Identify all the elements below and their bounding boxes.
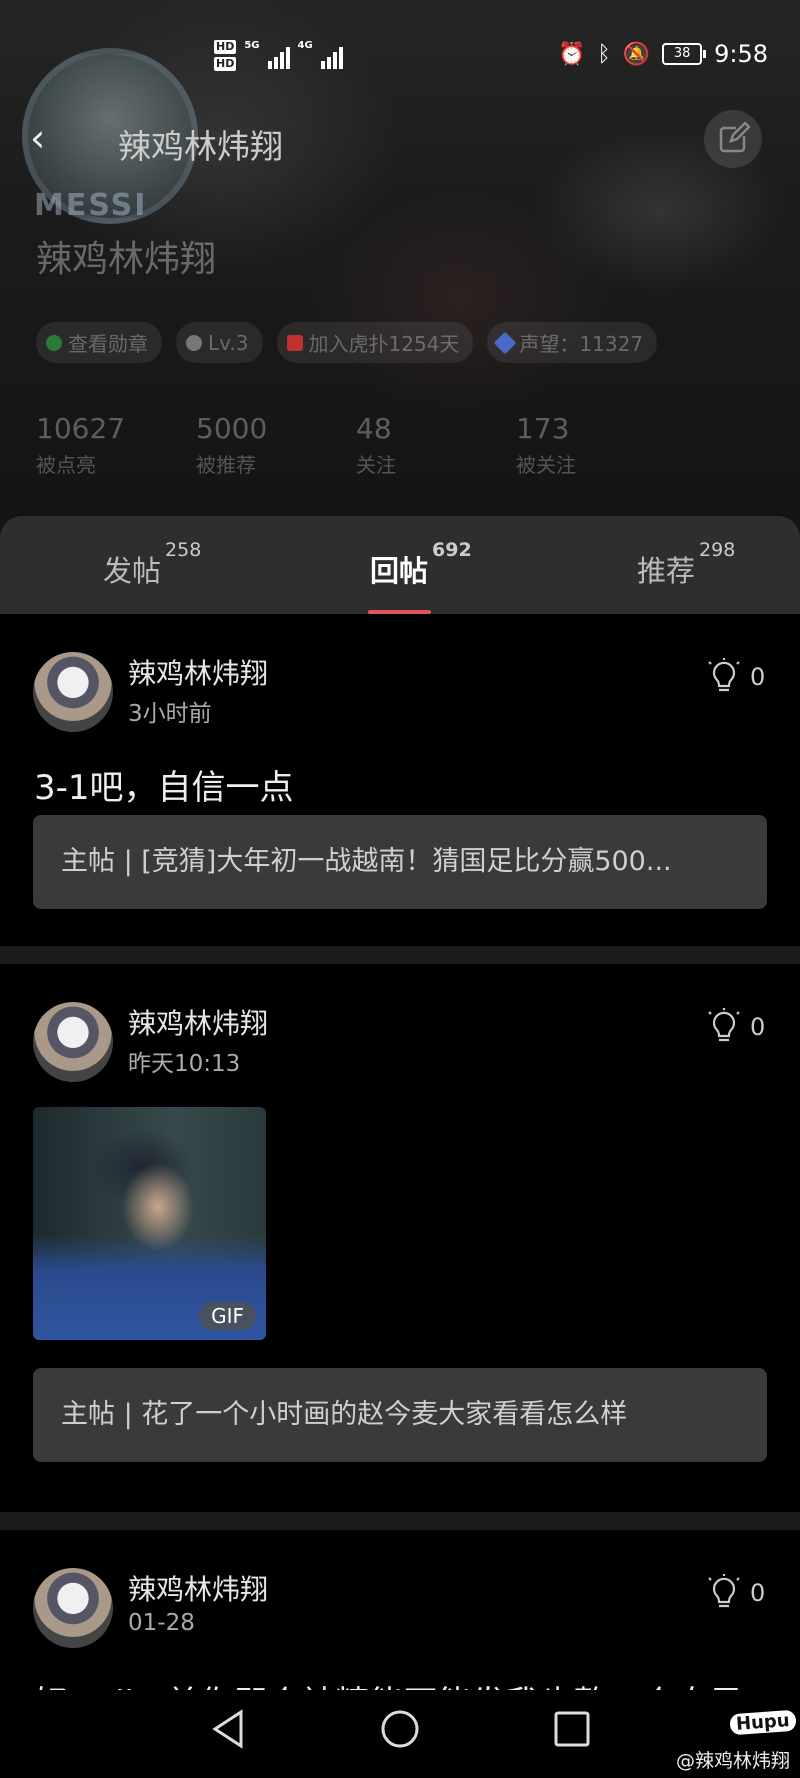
lightbulb-icon xyxy=(708,1574,740,1608)
post-username[interactable]: 辣鸡林炜翔 xyxy=(128,1568,268,1608)
gif-thumbnail[interactable]: GIF xyxy=(33,1107,266,1340)
bluetooth-icon: ᛒ xyxy=(597,41,611,67)
status-bar: HD HD 5G 4G ⏰ ᛒ 🔕 38 9:58 xyxy=(0,40,800,80)
page-title: 辣鸡林炜翔 xyxy=(118,127,283,166)
diamond-icon xyxy=(494,331,517,354)
quoted-thread-link[interactable]: 主帖 | [竞猜]大年初一战越南！猜国足比分赢500... xyxy=(33,815,767,909)
content-tabs: 发帖258 回帖692 推荐298 xyxy=(0,516,800,614)
watermark-text: @辣鸡林炜翔 xyxy=(675,1750,790,1772)
back-icon[interactable]: ‹ xyxy=(30,118,45,158)
list-item[interactable]: 辣鸡林炜翔 3小时前 0 3-1吧，自信一点 主帖 | [竞猜]大年初一战越南！… xyxy=(0,614,800,946)
post-time: 01-28 xyxy=(128,1610,195,1636)
like-button[interactable]: 0 xyxy=(708,1574,765,1612)
medal-badge[interactable]: 查看勋章 xyxy=(36,322,162,363)
stat-following[interactable]: 48 关注 xyxy=(356,412,516,478)
battery-icon: 38 xyxy=(662,43,707,65)
avatar[interactable] xyxy=(33,652,113,732)
profile-name: 辣鸡林炜翔 xyxy=(36,239,217,280)
home-nav-icon[interactable] xyxy=(379,1708,421,1750)
divider xyxy=(0,1512,800,1530)
like-button[interactable]: 0 xyxy=(708,658,765,696)
stat-lit[interactable]: 10627 被点亮 xyxy=(36,412,196,478)
clock: 9:58 xyxy=(714,40,768,68)
signal-icon xyxy=(267,45,290,69)
signal-icon-2 xyxy=(320,45,343,69)
level-badge: Lv.3 xyxy=(176,322,263,363)
stat-recommended[interactable]: 5000 被推荐 xyxy=(196,412,356,478)
mute-icon: 🔕 xyxy=(622,41,651,67)
alarm-icon: ⏰ xyxy=(558,41,586,67)
avatar[interactable] xyxy=(33,1002,113,1082)
post-time: 昨天10:13 xyxy=(128,1051,241,1077)
tab-posts[interactable]: 发帖258 xyxy=(103,539,201,590)
join-days-badge: 加入虎扑1254天 xyxy=(276,322,474,363)
back-nav-icon[interactable] xyxy=(207,1708,249,1750)
avatar[interactable] xyxy=(33,1568,113,1648)
recents-nav-icon[interactable] xyxy=(551,1708,593,1750)
medal-icon xyxy=(46,334,62,351)
edit-icon xyxy=(719,122,750,153)
like-button[interactable]: 0 xyxy=(708,1008,765,1046)
calendar-icon xyxy=(286,334,303,351)
post-username[interactable]: 辣鸡林炜翔 xyxy=(128,652,268,692)
profile-badges: 查看勋章 Lv.3 加入虎扑1254天 声望：11327 xyxy=(36,322,658,363)
lightbulb-icon xyxy=(708,1008,740,1042)
reply-feed: 辣鸡林炜翔 3小时前 0 3-1吧，自信一点 主帖 | [竞猜]大年初一战越南！… xyxy=(0,614,800,1730)
hd-indicator: HD HD xyxy=(214,40,237,71)
profile-stats: 10627 被点亮 5000 被推荐 48 关注 173 被关注 xyxy=(36,412,676,478)
post-username[interactable]: 辣鸡林炜翔 xyxy=(128,1002,268,1042)
list-item[interactable]: 辣鸡林炜翔 昨天10:13 0 GIF 主帖 | 花了一个小时画的赵今麦大家看看… xyxy=(0,964,800,1512)
reply-content: 3-1吧，自信一点 xyxy=(34,768,294,808)
quoted-thread-link[interactable]: 主帖 | 花了一个小时画的赵今麦大家看看怎么样 xyxy=(33,1368,767,1462)
avatar-logo-text: MESSI xyxy=(34,188,148,223)
tab-replies[interactable]: 回帖692 xyxy=(370,539,472,590)
network-5g-label: 5G xyxy=(244,40,260,51)
edit-button[interactable] xyxy=(704,110,762,168)
divider xyxy=(0,946,800,964)
reputation-badge: 声望：11327 xyxy=(487,322,658,363)
network-4g-label: 4G xyxy=(297,40,313,51)
post-time: 3小时前 xyxy=(128,701,212,727)
tab-recommend[interactable]: 推荐298 xyxy=(637,539,735,590)
lightbulb-icon xyxy=(708,658,740,692)
stat-followers[interactable]: 173 被关注 xyxy=(516,412,676,478)
gif-badge: GIF xyxy=(199,1302,256,1330)
level-icon xyxy=(186,334,202,351)
